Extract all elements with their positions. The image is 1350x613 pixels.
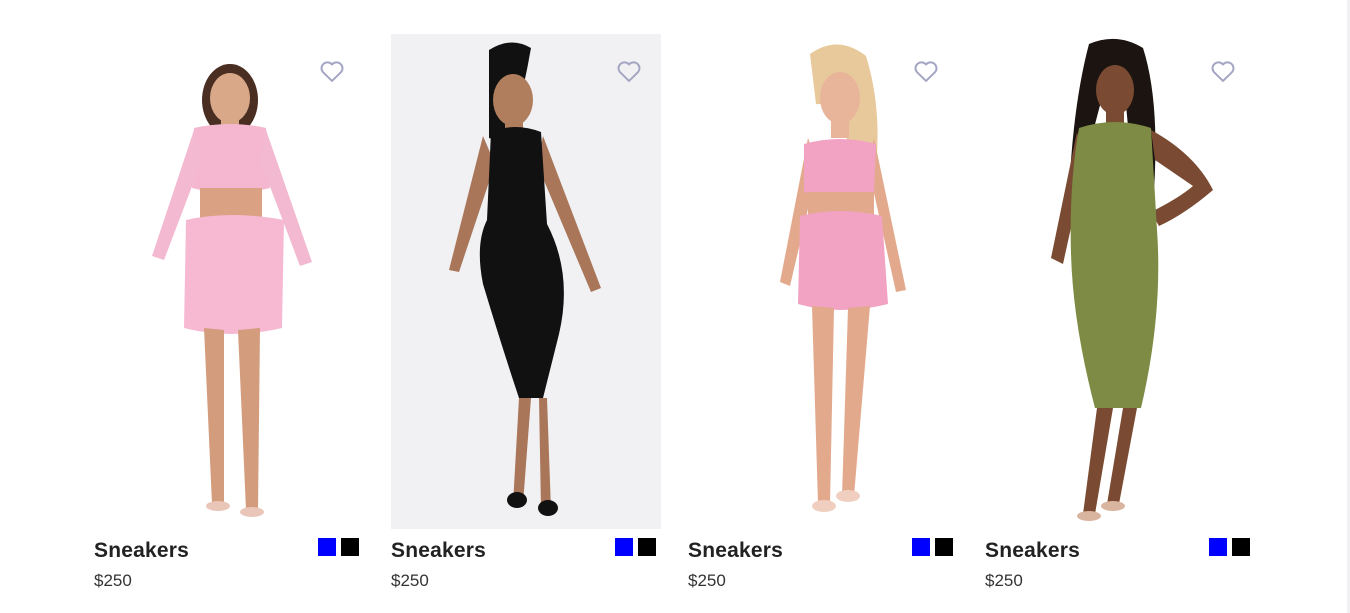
product-info: Sneakers $250 — [985, 529, 1255, 604]
product-image[interactable] — [94, 34, 364, 529]
product-card[interactable]: Sneakers $250 — [391, 34, 661, 604]
product-name[interactable]: Sneakers — [391, 539, 486, 563]
heart-outline-icon[interactable] — [912, 57, 940, 85]
color-swatches — [912, 538, 953, 556]
product-card[interactable]: Sneakers $250 — [94, 34, 364, 604]
product-name[interactable]: Sneakers — [94, 539, 189, 563]
swatch-black[interactable] — [638, 538, 656, 556]
heart-outline-icon[interactable] — [1209, 57, 1237, 85]
product-price: $250 — [985, 571, 1023, 590]
heart-outline-icon[interactable] — [615, 57, 643, 85]
swatch-blue[interactable] — [318, 538, 336, 556]
swatch-black[interactable] — [1232, 538, 1250, 556]
product-card[interactable]: Sneakers $250 — [688, 34, 958, 604]
product-price: $250 — [391, 571, 429, 590]
swatch-blue[interactable] — [912, 538, 930, 556]
model-olive-midi-dress — [1051, 38, 1213, 521]
swatch-black[interactable] — [341, 538, 359, 556]
product-listing-page: Sneakers $250 Sneakers $250 Sneakers $25… — [0, 0, 1350, 613]
model-black-halter-dress — [449, 42, 601, 516]
color-swatches — [1209, 538, 1250, 556]
color-swatches — [615, 538, 656, 556]
product-info: Sneakers $250 — [391, 529, 661, 604]
product-image[interactable] — [391, 34, 661, 529]
product-info: Sneakers $250 — [94, 529, 364, 604]
product-price: $250 — [688, 571, 726, 590]
product-image[interactable] — [985, 34, 1255, 529]
product-name[interactable]: Sneakers — [688, 539, 783, 563]
swatch-blue[interactable] — [1209, 538, 1227, 556]
product-image[interactable] — [688, 34, 958, 529]
model-pink-bustier-skirt — [780, 44, 906, 512]
heart-outline-icon[interactable] — [318, 57, 346, 85]
color-swatches — [318, 538, 359, 556]
swatch-black[interactable] — [935, 538, 953, 556]
product-grid: Sneakers $250 Sneakers $250 Sneakers $25… — [94, 34, 1255, 604]
product-name[interactable]: Sneakers — [985, 539, 1080, 563]
product-price: $250 — [94, 571, 132, 590]
model-pink-crop-top-skirt — [152, 64, 312, 517]
product-info: Sneakers $250 — [688, 529, 958, 604]
swatch-blue[interactable] — [615, 538, 633, 556]
product-card[interactable]: Sneakers $250 — [985, 34, 1255, 604]
